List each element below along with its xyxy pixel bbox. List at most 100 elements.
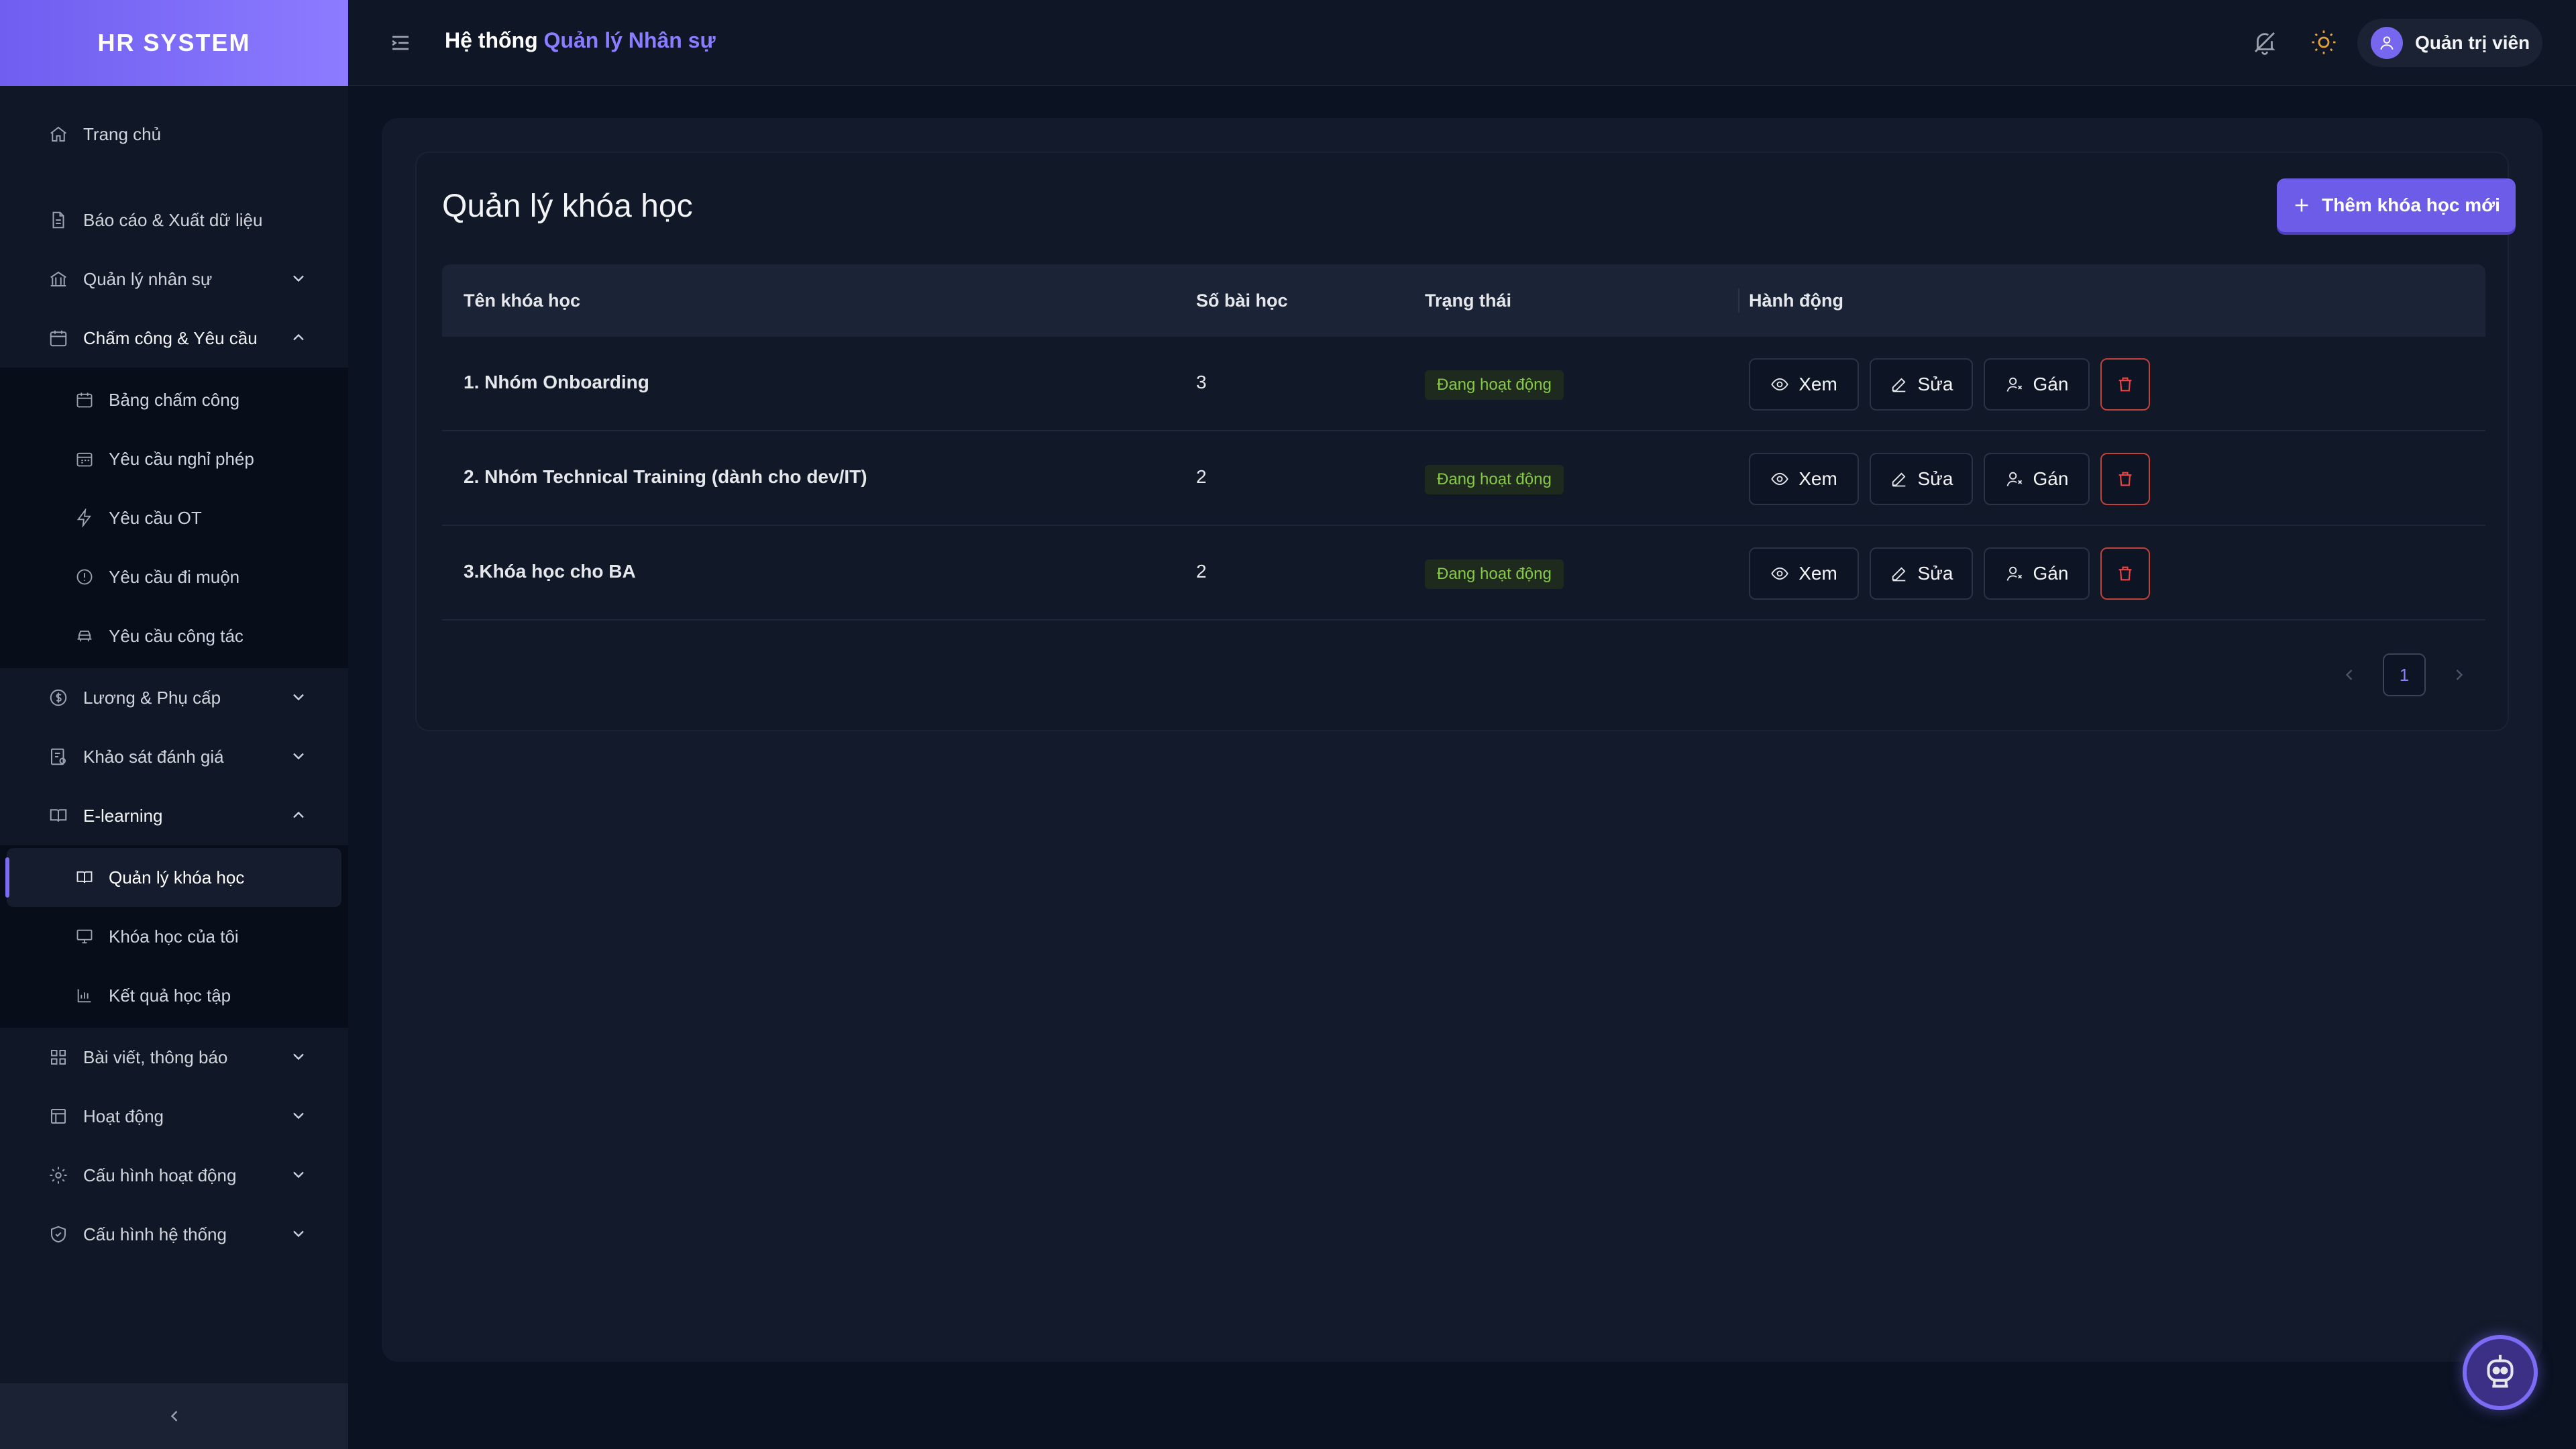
edit-label: Sửa bbox=[1917, 563, 1953, 584]
eye-icon bbox=[1771, 567, 1788, 580]
edit-label: Sửa bbox=[1917, 468, 1953, 489]
user-assign-icon bbox=[2006, 377, 2022, 392]
sidebar-item-label: Kết quả học tập bbox=[109, 985, 231, 1006]
edit-button[interactable]: Sửa bbox=[1870, 358, 1973, 411]
chevron-left-icon[interactable] bbox=[2340, 665, 2359, 684]
delete-button[interactable] bbox=[2100, 453, 2150, 505]
chevron-down-icon bbox=[293, 275, 304, 282]
file-report-icon bbox=[52, 211, 64, 229]
eye-icon bbox=[1771, 472, 1788, 486]
grid-icon bbox=[51, 1050, 66, 1065]
lesson-count: 2 bbox=[1196, 466, 1207, 487]
sidebar-item-home[interactable]: Trang chủ bbox=[0, 105, 348, 164]
course-management-card: Quản lý khóa học Thêm khóa học mới Tên k… bbox=[415, 152, 2516, 731]
chevron-up-icon bbox=[293, 333, 304, 341]
attendance-submenu: Bảng chấm công Yêu cầu nghỉ phép Yêu cầu… bbox=[0, 368, 348, 668]
sidebar-item-posts[interactable]: Bài viết, thông báo bbox=[0, 1028, 348, 1087]
user-assign-icon bbox=[2006, 472, 2022, 486]
sidebar-item-activity-config[interactable]: Cấu hình hoạt động bbox=[0, 1146, 348, 1205]
user-menu[interactable]: Quản trị viên bbox=[2357, 19, 2542, 67]
view-button[interactable]: Xem bbox=[1749, 358, 1859, 411]
page-header-title: Hệ thống Quản lý Nhân sự bbox=[445, 28, 716, 53]
chatbot-button[interactable] bbox=[2463, 1335, 2538, 1410]
page-number-button[interactable]: 1 bbox=[2383, 653, 2426, 696]
sidebar-item-reports[interactable]: Báo cáo & Xuất dữ liệu bbox=[0, 191, 348, 250]
sun-icon[interactable] bbox=[2310, 28, 2338, 56]
add-course-label: Thêm khóa học mới bbox=[2322, 195, 2500, 215]
sidebar-item-survey[interactable]: Khảo sát đánh giá bbox=[0, 727, 348, 786]
trash-icon bbox=[2118, 472, 2132, 486]
plus-icon bbox=[2295, 199, 2308, 212]
user-assign-icon bbox=[2006, 566, 2022, 581]
status-badge: Đang hoạt động bbox=[1425, 559, 1564, 589]
edit-label: Sửa bbox=[1917, 374, 1953, 394]
sidebar-item-learning-results[interactable]: Kết quả học tập bbox=[7, 966, 341, 1025]
sidebar-item-label: Báo cáo & Xuất dữ liệu bbox=[83, 209, 263, 230]
sidebar-item-leave-request[interactable]: Yêu cầu nghỉ phép bbox=[7, 429, 341, 488]
sidebar-item-label: Lương & Phụ cấp bbox=[83, 687, 221, 708]
sidebar-item-label: Bài viết, thông báo bbox=[83, 1046, 228, 1067]
sidebar-item-salary[interactable]: Lương & Phụ cấp bbox=[0, 668, 348, 727]
sidebar-item-label: Yêu cầu công tác bbox=[109, 625, 244, 646]
delete-button[interactable] bbox=[2100, 358, 2150, 411]
monitor-icon bbox=[76, 929, 93, 944]
dollar-circle-icon bbox=[50, 689, 67, 706]
sidebar-item-elearning[interactable]: E-learning bbox=[0, 786, 348, 845]
delete-button[interactable] bbox=[2100, 547, 2150, 600]
status-badge: Đang hoạt động bbox=[1425, 465, 1564, 494]
table-header: Tên khóa học Số bài học Trạng thái Hành … bbox=[442, 264, 2485, 337]
status-cell: Đang hoạt động bbox=[1425, 465, 1564, 494]
sidebar-item-system-config[interactable]: Cấu hình hệ thống bbox=[0, 1205, 348, 1264]
assign-button[interactable]: Gán bbox=[1984, 453, 2090, 505]
edit-button[interactable]: Sửa bbox=[1870, 547, 1973, 600]
user-name: Quản trị viên bbox=[2415, 32, 2530, 53]
sidebar-item-ot-request[interactable]: Yêu cầu OT bbox=[7, 488, 341, 547]
view-button[interactable]: Xem bbox=[1749, 547, 1859, 600]
column-header-name: Tên khóa học bbox=[464, 290, 581, 311]
sidebar-item-my-courses[interactable]: Khóa học của tôi bbox=[7, 907, 341, 966]
pencil-icon bbox=[1892, 472, 1905, 487]
menu-toggle-icon[interactable] bbox=[388, 31, 413, 55]
status-cell: Đang hoạt động bbox=[1425, 370, 1564, 400]
assign-label: Gán bbox=[2033, 563, 2069, 584]
sidebar-item-attendance[interactable]: Chấm công & Yêu cầu bbox=[0, 309, 348, 368]
chevron-down-icon bbox=[293, 694, 304, 701]
course-name: 2. Nhóm Technical Training (dành cho dev… bbox=[464, 466, 867, 487]
view-label: Xem bbox=[1799, 563, 1837, 584]
sidebar-item-label: E-learning bbox=[83, 805, 163, 826]
row-actions: Xem Sửa Gán bbox=[1749, 453, 2150, 505]
assign-button[interactable]: Gán bbox=[1984, 358, 2090, 411]
courses-table: Tên khóa học Số bài học Trạng thái Hành … bbox=[442, 264, 2485, 621]
sidebar-item-late-request[interactable]: Yêu cầu đi muộn bbox=[7, 547, 341, 606]
sidebar-item-business-trip[interactable]: Yêu cầu công tác bbox=[7, 606, 341, 665]
header-title-accent: Quản lý Nhân sự bbox=[543, 28, 716, 52]
chevron-right-icon[interactable] bbox=[2450, 665, 2469, 684]
trash-icon bbox=[2118, 377, 2132, 392]
assign-button[interactable]: Gán bbox=[1984, 547, 2090, 600]
table-row: 3.Khóa học cho BA 2 Đang hoạt động Xem S… bbox=[442, 526, 2485, 621]
calendar-leave-icon bbox=[76, 452, 93, 467]
column-header-status: Trạng thái bbox=[1425, 290, 1512, 311]
sidebar-item-label: Cấu hình hoạt động bbox=[83, 1165, 237, 1185]
lesson-count: 3 bbox=[1196, 372, 1207, 392]
course-name: 3.Khóa học cho BA bbox=[464, 561, 636, 582]
bell-off-icon[interactable] bbox=[2251, 28, 2279, 56]
edit-button[interactable]: Sửa bbox=[1870, 453, 1973, 505]
view-button[interactable]: Xem bbox=[1749, 453, 1859, 505]
view-label: Xem bbox=[1799, 374, 1837, 394]
sidebar-item-label: Quản lý khóa học bbox=[109, 867, 245, 888]
chevron-down-icon bbox=[293, 1230, 304, 1238]
page-title: Quản lý khóa học bbox=[442, 189, 693, 224]
gear-icon bbox=[50, 1167, 67, 1184]
chevron-up-icon bbox=[293, 811, 304, 818]
survey-icon bbox=[51, 748, 66, 765]
building-icon bbox=[50, 271, 66, 286]
sidebar-item-course-management[interactable]: Quản lý khóa học bbox=[5, 848, 341, 907]
trash-icon bbox=[2118, 566, 2132, 581]
sidebar-item-activities[interactable]: Hoạt động bbox=[0, 1087, 348, 1146]
sidebar-collapse-button[interactable] bbox=[0, 1383, 348, 1449]
sidebar-item-hr[interactable]: Quản lý nhân sự bbox=[0, 250, 348, 309]
add-course-button[interactable]: Thêm khóa học mới bbox=[2277, 178, 2516, 232]
chevron-left-icon bbox=[170, 1411, 177, 1421]
sidebar-item-timesheet[interactable]: Bảng chấm công bbox=[7, 370, 341, 429]
